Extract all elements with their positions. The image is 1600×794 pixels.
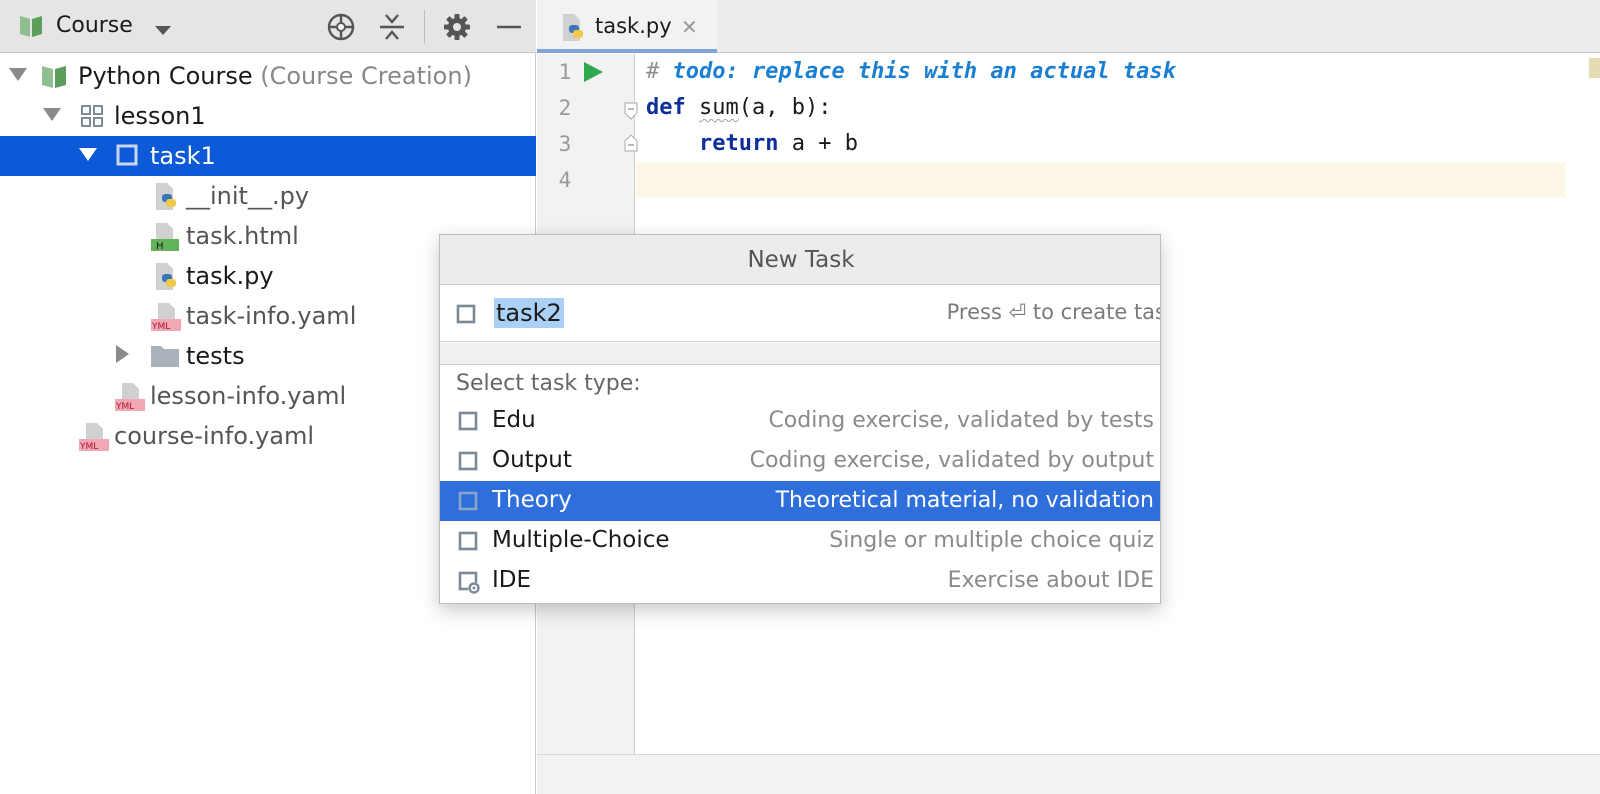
- code-line-current[interactable]: [636, 162, 1566, 198]
- yaml-file-icon: YML: [150, 302, 182, 336]
- tree-item-label: task-info.yaml: [186, 302, 357, 330]
- collapse-all-icon[interactable]: [377, 12, 407, 42]
- line-number: 1: [558, 60, 572, 84]
- task-name-input[interactable]: task2: [494, 298, 564, 328]
- task-square-icon: [456, 304, 476, 328]
- option-name: Edu: [492, 407, 536, 433]
- option-description: Theoretical material, no validation: [775, 488, 1154, 513]
- option-description: Exercise about IDE: [947, 568, 1154, 593]
- tab-label: task.py: [595, 14, 672, 38]
- code-line[interactable]: # todo: replace this with an actual task: [636, 54, 1566, 90]
- task-name-row: task2 Press ⏎ to create tas: [440, 286, 1161, 342]
- line-number: 2: [558, 96, 572, 120]
- expanded-arrow-icon[interactable]: [42, 106, 62, 126]
- tree-item-label: course-info.yaml: [114, 422, 315, 450]
- editor-bottom-strip: [537, 754, 1600, 794]
- create-hint: Press ⏎ to create tas: [946, 300, 1161, 324]
- code-line[interactable]: return a + b: [636, 126, 1566, 162]
- expanded-arrow-icon[interactable]: [78, 146, 98, 166]
- task-square-icon: [458, 491, 478, 515]
- line-number: 4: [558, 168, 572, 192]
- tree-item-course[interactable]: Python Course (Course Creation): [0, 56, 536, 96]
- gear-icon[interactable]: [442, 12, 472, 42]
- python-file-icon: [152, 262, 180, 296]
- popup-title: New Task: [440, 235, 1160, 285]
- python-file-icon: [152, 182, 180, 216]
- project-view-selector[interactable]: Course: [56, 13, 133, 38]
- ide-task-icon: [458, 571, 482, 599]
- toolbar-separator: [424, 10, 425, 44]
- code-line[interactable]: def sum(a, b):: [636, 90, 1566, 126]
- svg-text:YML: YML: [79, 442, 98, 452]
- yaml-file-icon: YML: [78, 422, 110, 456]
- tree-item-label: tests: [186, 342, 245, 370]
- option-name: Theory: [492, 487, 572, 513]
- run-icon[interactable]: [581, 60, 605, 88]
- chevron-down-icon[interactable]: [154, 22, 172, 41]
- svg-text:YML: YML: [115, 402, 134, 412]
- task-square-icon: [116, 144, 138, 170]
- task-type-section-label: Select task type:: [456, 371, 641, 396]
- svg-text:YML: YML: [151, 322, 170, 332]
- tree-item-label: task1: [150, 142, 216, 170]
- tree-item-label: lesson1: [114, 102, 206, 130]
- tree-item-label: Python Course (Course Creation): [78, 62, 472, 90]
- book-icon: [18, 13, 44, 43]
- option-description: Coding exercise, validated by output: [749, 448, 1154, 473]
- tab-task-py[interactable]: task.py ✕: [537, 0, 717, 53]
- course-book-icon: [40, 62, 68, 94]
- collapsed-arrow-icon[interactable]: [114, 344, 130, 368]
- task-type-option-theory[interactable]: Theory Theoretical material, no validati…: [440, 481, 1160, 521]
- tree-item-label: task.html: [186, 222, 299, 250]
- task-square-icon: [458, 451, 478, 475]
- folder-icon: [150, 344, 180, 372]
- task-square-icon: [458, 411, 478, 435]
- tree-item-label: __init__.py: [186, 182, 310, 210]
- inspection-status-icon[interactable]: [1589, 58, 1600, 78]
- editor-tab-bar: task.py ✕: [537, 0, 1600, 53]
- lesson-grid-icon: [80, 104, 104, 132]
- python-file-icon: [559, 13, 587, 47]
- tree-item-file[interactable]: __init__.py: [0, 176, 536, 216]
- tree-item-lesson[interactable]: lesson1: [0, 96, 536, 136]
- option-name: IDE: [492, 567, 532, 593]
- task-type-option-edu[interactable]: Edu Coding exercise, validated by tests: [440, 401, 1160, 441]
- popup-divider: [440, 343, 1160, 365]
- yaml-file-icon: YML: [114, 382, 146, 416]
- new-task-popup: New Task task2 Press ⏎ to create tas Sel…: [439, 234, 1161, 604]
- option-description: Single or multiple choice quiz: [829, 528, 1154, 553]
- option-name: Output: [492, 447, 572, 473]
- html-file-icon: H: [150, 222, 180, 256]
- project-panel-header: Course: [0, 0, 536, 53]
- line-number: 3: [558, 132, 572, 156]
- option-description: Coding exercise, validated by tests: [768, 408, 1154, 433]
- tree-item-label: lesson-info.yaml: [150, 382, 347, 410]
- option-name: Multiple-Choice: [492, 527, 670, 553]
- tree-item-task1[interactable]: task1: [0, 136, 536, 176]
- expanded-arrow-icon[interactable]: [8, 66, 28, 86]
- locate-icon[interactable]: [326, 12, 356, 42]
- svg-text:H: H: [156, 241, 164, 252]
- close-icon[interactable]: ✕: [681, 15, 698, 39]
- error-stripe: [1571, 54, 1600, 754]
- task-square-icon: [458, 531, 478, 555]
- task-type-option-ide[interactable]: IDE Exercise about IDE: [440, 561, 1160, 601]
- task-type-option-multiple-choice[interactable]: Multiple-Choice Single or multiple choic…: [440, 521, 1160, 561]
- task-type-option-output[interactable]: Output Coding exercise, validated by out…: [440, 441, 1160, 481]
- minimize-icon[interactable]: [494, 12, 524, 42]
- tree-item-label: task.py: [186, 262, 274, 290]
